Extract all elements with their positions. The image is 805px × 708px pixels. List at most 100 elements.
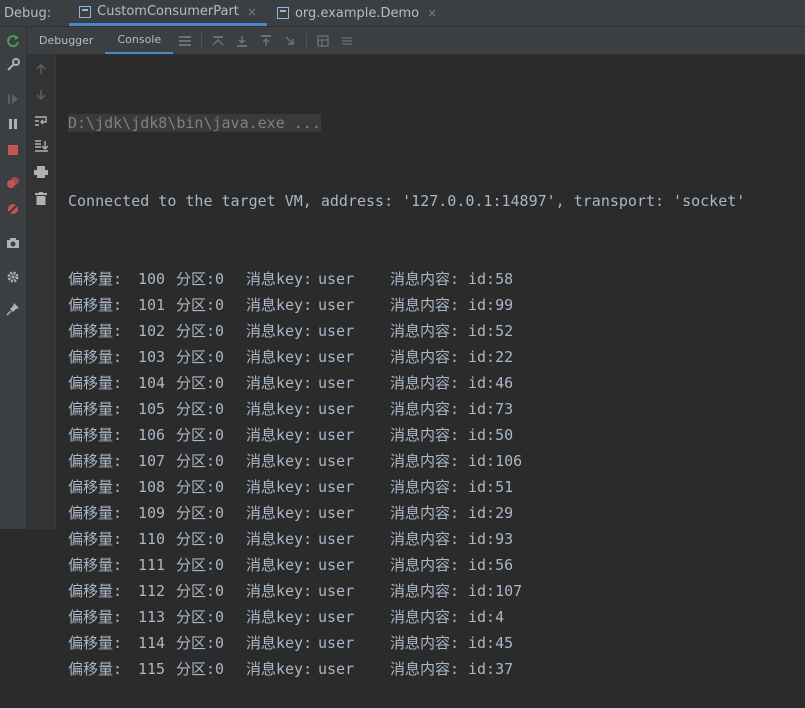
partition-field: 分区:0 [176,318,246,344]
partition-field: 分区:0 [176,344,246,370]
partition-value: 0 [215,322,225,340]
content-label: 消息内容: [390,348,460,366]
key-label: 消息key: [246,374,313,392]
tab-label: CustomConsumerPart [97,4,239,19]
content-value: id:50 [468,426,514,444]
layout-menu-icon[interactable] [176,32,194,50]
content-value: id:4 [468,608,505,626]
console-line: 偏移量: 113 分区:0 消息key: user 消息内容: id:4 [68,604,805,630]
tab-debugger[interactable]: Debugger [27,27,105,54]
offset-value: 110 [138,530,166,548]
partition-value: 0 [215,270,225,288]
key-value: user [318,660,355,678]
offset-value: 100 [138,270,166,288]
evaluate-expression-icon[interactable] [314,32,332,50]
content-value: id:22 [468,348,514,366]
partition-label: 分区: [176,530,216,548]
offset-value: 103 [138,348,166,366]
content-value: id:37 [468,660,514,678]
close-icon[interactable]: × [427,6,437,20]
partition-field: 分区:0 [176,630,246,656]
offset-value: 105 [138,400,166,418]
partition-value: 0 [215,608,225,626]
console-line: 偏移量: 114 分区:0 消息key: user 消息内容: id:45 [68,630,805,656]
step-into-icon[interactable] [257,32,275,50]
java-command[interactable]: D:\jdk\jdk8\bin\java.exe ... [68,114,321,132]
step-out-icon[interactable] [281,32,299,50]
resume-icon[interactable] [3,89,23,109]
console-line: 偏移量: 109 分区:0 消息key: user 消息内容: id:29 [68,500,805,526]
partition-label: 分区: [176,504,216,522]
offset-label: 偏移量: [68,478,123,496]
offset-value: 106 [138,426,166,444]
show-execution-point-icon[interactable] [209,32,227,50]
debug-tool-window-header: Debug: CustomConsumerPart × org.example.… [0,0,805,27]
offset-label: 偏移量: [68,452,123,470]
console-line: 偏移量: 106 分区:0 消息key: user 消息内容: id:50 [68,422,805,448]
pin-icon[interactable] [3,299,23,319]
offset-label: 偏移量: [68,426,123,444]
content-label: 消息内容: [390,374,460,392]
offset-label: 偏移量: [68,400,123,418]
console-line: 偏移量: 108 分区:0 消息key: user 消息内容: id:51 [68,474,805,500]
partition-value: 0 [215,660,225,678]
partition-field: 分区:0 [176,422,246,448]
gear-icon[interactable] [3,267,23,287]
up-arrow-icon[interactable] [31,59,51,79]
pause-icon[interactable] [3,114,23,134]
console-message-list: 偏移量: 100 分区:0 消息key: user 消息内容: id:58 偏移量: 101 分区… [68,266,805,682]
key-label: 消息key: [246,348,313,366]
console-line: 偏移量: 115 分区:0 消息key: user 消息内容: id:37 [68,656,805,682]
partition-label: 分区: [176,296,216,314]
tab-label: Console [117,33,162,46]
key-value: user [318,296,355,314]
tab-console[interactable]: Console [105,27,174,54]
run-config-icon [276,7,289,19]
partition-label: 分区: [176,322,216,340]
camera-icon[interactable] [3,233,23,253]
settings-wrench-icon[interactable] [3,55,23,75]
partition-label: 分区: [176,556,216,574]
offset-label: 偏移量: [68,322,123,340]
trace-stream-icon[interactable] [338,32,356,50]
tab-custom-consumer-part[interactable]: CustomConsumerPart × [69,0,267,26]
content-label: 消息内容: [390,296,460,314]
offset-label: 偏移量: [68,348,123,366]
content-value: id:106 [468,452,523,470]
console-output[interactable]: D:\jdk\jdk8\bin\java.exe ... Connected t… [68,58,805,678]
content-label: 消息内容: [390,582,460,600]
key-value: user [318,270,355,288]
tab-org-example-demo[interactable]: org.example.Demo × [267,0,447,26]
offset-label: 偏移量: [68,374,123,392]
stop-icon[interactable] [3,140,23,160]
view-breakpoints-icon[interactable] [3,173,23,193]
key-value: user [318,374,355,392]
close-icon[interactable]: × [247,5,257,19]
console-line: 偏移量: 105 分区:0 消息key: user 消息内容: id:73 [68,396,805,422]
key-label: 消息key: [246,452,313,470]
partition-field: 分区:0 [176,552,246,578]
partition-label: 分区: [176,608,216,626]
step-over-icon[interactable] [233,32,251,50]
key-value: user [318,556,355,574]
toolbar-separator [306,32,308,49]
content-label: 消息内容: [390,530,460,548]
mute-breakpoints-icon[interactable] [3,199,23,219]
console-line: 偏移量: 111 分区:0 消息key: user 消息内容: id:56 [68,552,805,578]
toolbar-separator [201,32,203,49]
offset-label: 偏移量: [68,504,123,522]
key-value: user [318,504,355,522]
down-arrow-icon[interactable] [31,85,51,105]
rerun-icon[interactable] [3,31,23,51]
partition-value: 0 [215,374,225,392]
print-icon[interactable] [31,162,51,182]
offset-value: 102 [138,322,166,340]
partition-label: 分区: [176,348,216,366]
soft-wrap-icon[interactable] [31,111,51,131]
scroll-to-end-icon[interactable] [31,136,51,156]
content-label: 消息内容: [390,322,460,340]
trash-icon[interactable] [31,188,51,208]
console-command-line: D:\jdk\jdk8\bin\java.exe ... [68,110,805,136]
key-value: user [318,582,355,600]
partition-label: 分区: [176,374,216,392]
